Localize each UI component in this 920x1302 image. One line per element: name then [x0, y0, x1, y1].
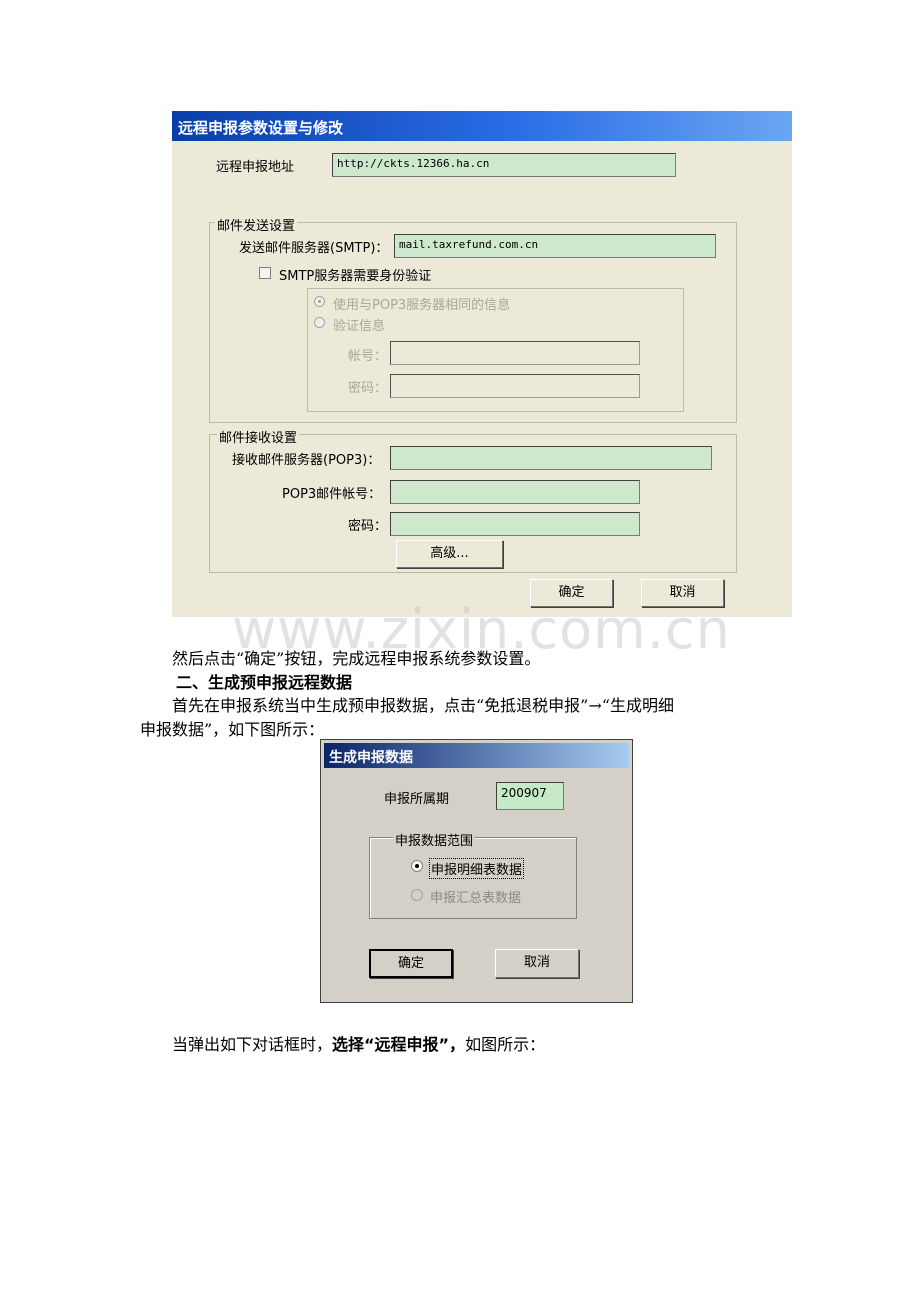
- radio-same-as-pop3-label: 使用与POP3服务器相同的信息: [333, 298, 511, 313]
- paragraph-remote-select-prefix: 当弹出如下对话框时，: [172, 1035, 333, 1054]
- advanced-button[interactable]: 高级...: [396, 540, 503, 568]
- data-range-legend: 申报数据范围: [393, 830, 476, 849]
- paragraph-confirm: 然后点击“确定”按钮，完成远程申报系统参数设置。: [172, 649, 541, 668]
- smtp-account-label: 帐号：: [348, 349, 388, 364]
- dialog2-title: 生成申报数据: [329, 750, 413, 766]
- smtp-input[interactable]: mail.taxrefund.com.cn: [394, 234, 716, 258]
- pop3-password-input[interactable]: [390, 512, 640, 536]
- section-heading: 二、生成预申报远程数据: [176, 673, 353, 692]
- pop3-account-input[interactable]: [390, 480, 640, 504]
- dialog-titlebar: 远程申报参数设置与修改: [172, 111, 792, 141]
- pop3-input[interactable]: [390, 446, 712, 470]
- period-label: 申报所属期: [384, 792, 450, 807]
- radio-verify-info[interactable]: [314, 317, 325, 328]
- receive-settings-legend: 邮件接收设置: [217, 427, 300, 446]
- send-settings-legend: 邮件发送设置: [215, 215, 298, 234]
- remote-address-label: 远程申报地址: [216, 160, 295, 175]
- cancel-button[interactable]: 取消: [495, 949, 579, 978]
- smtp-auth-checkbox[interactable]: [259, 267, 271, 279]
- smtp-password-input[interactable]: [390, 374, 640, 398]
- ok-button[interactable]: 确定: [369, 949, 453, 978]
- radio-detail-data[interactable]: [411, 860, 423, 872]
- paragraph-instruction-line2: 申报数据”，如下图所示：: [140, 720, 325, 739]
- smtp-auth-label: SMTP服务器需要身份验证: [279, 269, 432, 284]
- radio-detail-data-label: 申报明细表数据: [429, 858, 525, 879]
- dialog-title: 远程申报参数设置与修改: [178, 119, 344, 137]
- pop3-password-label: 密码：: [348, 519, 388, 534]
- radio-summary-data-label: 申报汇总表数据: [430, 891, 522, 906]
- smtp-account-input[interactable]: [390, 341, 640, 365]
- radio-verify-info-label: 验证信息: [333, 319, 386, 334]
- paragraph-instruction-line1: 首先在申报系统当中生成预申报数据，点击“免抵退税申报”→“生成明细: [172, 696, 674, 715]
- pop3-account-label: POP3邮件帐号：: [282, 487, 382, 502]
- remote-params-dialog: 远程申报参数设置与修改 远程申报地址 http://ckts.12366.ha.…: [172, 111, 792, 617]
- smtp-password-label: 密码：: [348, 381, 388, 396]
- paragraph-remote-select: 当弹出如下对话框时，选择“远程申报”，如图所示：: [172, 1031, 545, 1055]
- generate-data-dialog: 生成申报数据 申报所属期 200907 申报数据范围 申报明细表数据 申报汇总表…: [320, 739, 633, 1003]
- pop3-label: 接收邮件服务器(POP3)：: [232, 453, 381, 468]
- period-input[interactable]: 200907: [496, 782, 564, 810]
- smtp-label: 发送邮件服务器(SMTP)：: [239, 241, 389, 256]
- remote-address-input[interactable]: http://ckts.12366.ha.cn: [332, 153, 676, 177]
- radio-summary-data[interactable]: [411, 889, 423, 901]
- paragraph-remote-select-suffix: 如图所示：: [465, 1035, 546, 1054]
- paragraph-remote-select-bold: 选择“远程申报”，: [332, 1035, 466, 1054]
- radio-same-as-pop3[interactable]: [314, 296, 325, 307]
- dialog2-titlebar: 生成申报数据: [324, 743, 629, 768]
